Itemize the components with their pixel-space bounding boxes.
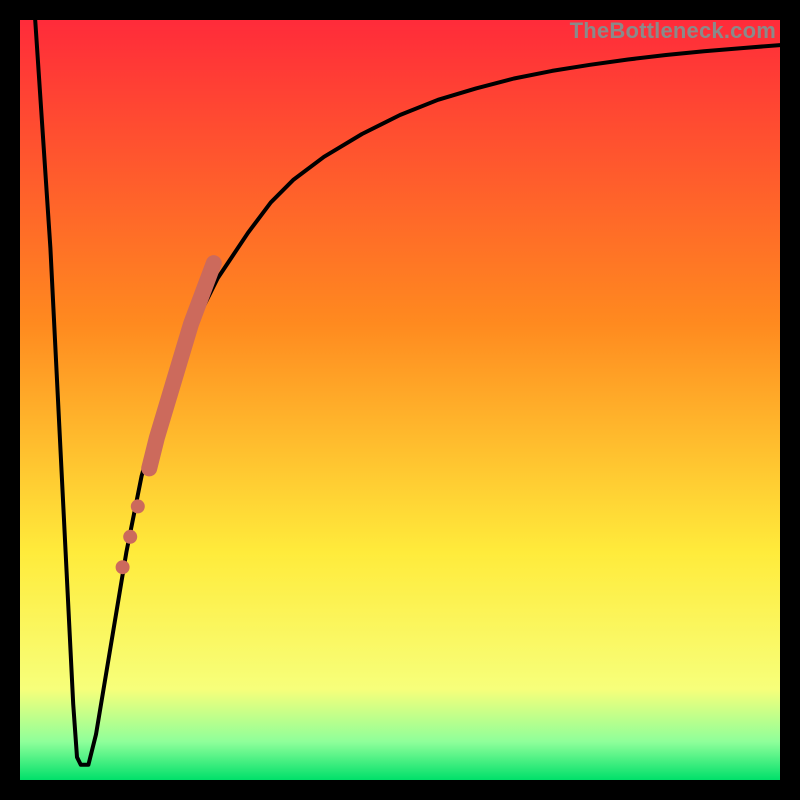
heat-gradient <box>20 20 780 780</box>
watermark-label: TheBottleneck.com <box>570 18 776 44</box>
highlight-dot <box>131 499 145 513</box>
bottleneck-chart <box>20 20 780 780</box>
highlight-dot <box>123 530 137 544</box>
chart-frame: TheBottleneck.com <box>20 20 780 780</box>
highlight-dot <box>116 560 130 574</box>
